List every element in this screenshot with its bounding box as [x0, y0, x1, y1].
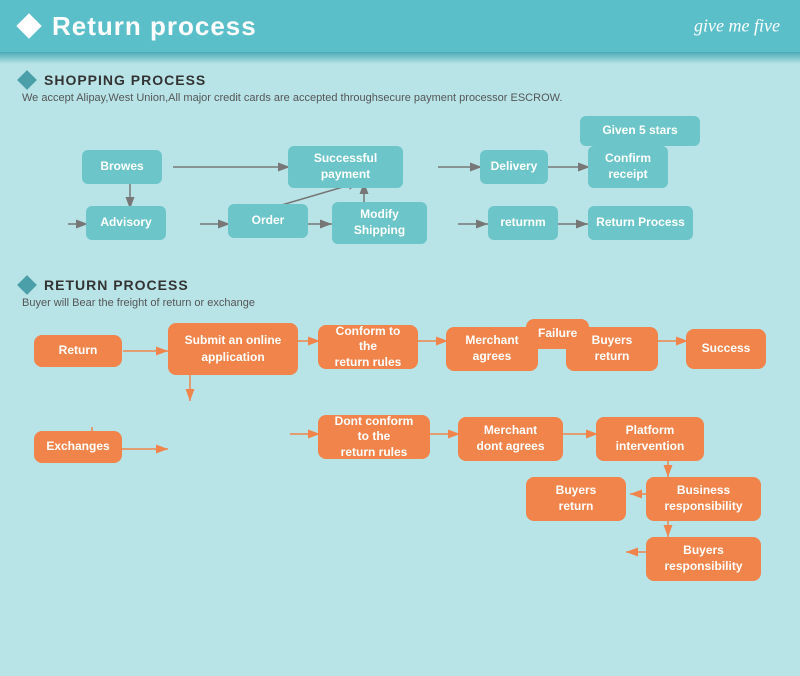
order-box: Order	[228, 204, 308, 238]
given-5-stars-box: Given 5 stars	[580, 116, 700, 146]
shopping-diagram: Given 5 stars Successfulpayment Delivery…	[20, 114, 780, 269]
conform-rules-box: Conform to thereturn rules	[318, 325, 418, 369]
return-diamond-icon	[17, 275, 37, 295]
return-section-header: RETURN PROCESS	[20, 277, 780, 293]
page-header: Return process give me five	[0, 0, 800, 52]
submit-online-box: Submit an onlineapplication	[168, 323, 298, 375]
dont-conform-rules-box: Dont conform to thereturn rules	[318, 415, 430, 459]
return-title: RETURN PROCESS	[44, 277, 189, 293]
return-diagram: Return Submit an onlineapplication Confo…	[20, 319, 780, 589]
platform-intervention-box: Platformintervention	[596, 417, 704, 461]
business-responsibility-box: Businessresponsibility	[646, 477, 761, 521]
successful-payment-box: Successfulpayment	[288, 146, 403, 188]
delivery-box: Delivery	[480, 150, 548, 184]
shopping-section-header: SHOPPING PROCESS	[20, 72, 780, 88]
page-title: Return process	[52, 11, 257, 42]
return-desc: Buyer will Bear the freight of return or…	[22, 297, 780, 309]
shopping-desc: We accept Alipay,West Union,All major cr…	[22, 92, 780, 104]
confirm-receipt-box: Confirmreceipt	[588, 146, 668, 188]
advisory-box: Advisory	[86, 206, 166, 240]
success-box: Success	[686, 329, 766, 369]
shopping-title: SHOPPING PROCESS	[44, 72, 206, 88]
buyers-responsibility-box: Buyersresponsibility	[646, 537, 761, 581]
exchanges-box: Exchanges	[34, 431, 122, 463]
merchant-agrees-box: Merchantagrees	[446, 327, 538, 371]
main-content: SHOPPING PROCESS We accept Alipay,West U…	[0, 52, 800, 601]
buyers-return2-box: Buyersreturn	[526, 477, 626, 521]
header-diamond-icon	[16, 13, 41, 38]
returnm-box: returnm	[488, 206, 558, 240]
modify-shipping-box: ModifyShipping	[332, 202, 427, 244]
return-process-box: Return Process	[588, 206, 693, 240]
browes-box: Browes	[82, 150, 162, 184]
failure-box: Failure	[526, 319, 589, 349]
return-box: Return	[34, 335, 122, 367]
brand-text: give me five	[694, 16, 780, 37]
merchant-dont-agrees-box: Merchantdont agrees	[458, 417, 563, 461]
shopping-diamond-icon	[17, 70, 37, 90]
